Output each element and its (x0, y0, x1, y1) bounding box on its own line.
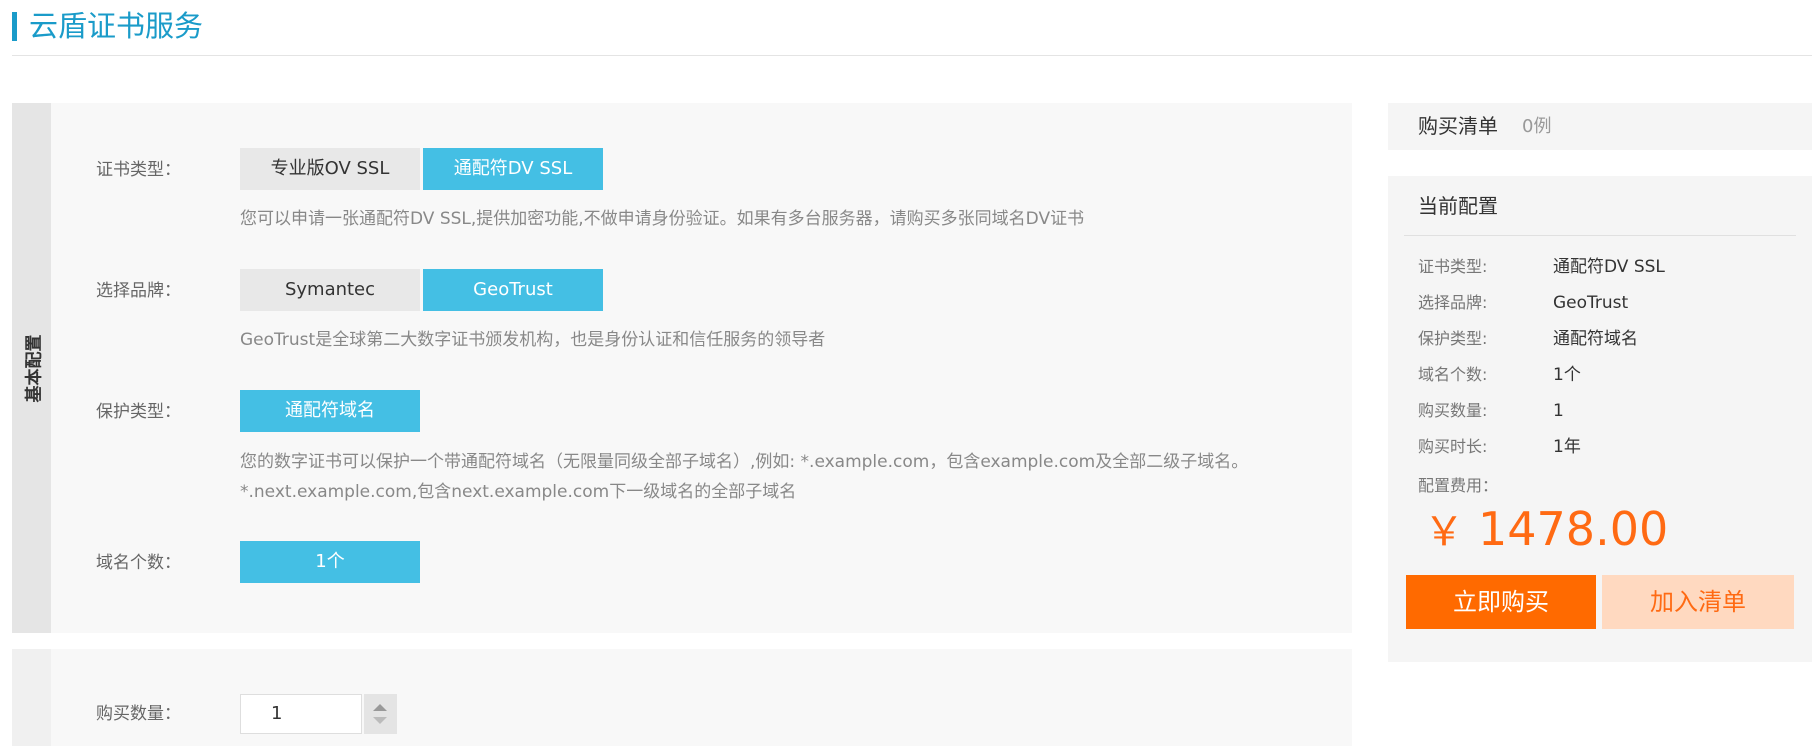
protect-type-label: 保护类型： (96, 402, 181, 422)
cert-type-hint: 您可以申请一张通配符DV SSL,提供加密功能,不做申请身份验证。如果有多台服务… (240, 209, 1085, 229)
summary-value-protect-type: 通配符域名 (1553, 329, 1638, 349)
quantity-label: 购买数量： (96, 704, 181, 724)
summary-label-duration: 购买时长: (1418, 437, 1488, 456)
option-wildcard-domain[interactable]: 通配符域名 (240, 390, 420, 432)
summary-label-protect-type: 保护类型: (1418, 329, 1488, 348)
summary-label-brand: 选择品牌: (1418, 293, 1488, 312)
cart-box: 购买清单 0例 (1388, 103, 1812, 150)
basic-config-label: 基本配置 (24, 334, 44, 402)
summary-title: 当前配置 (1418, 194, 1498, 218)
cert-type-label: 证书类型： (96, 160, 181, 180)
quantity-stepper[interactable] (364, 694, 397, 734)
basic-config-panel: 基本配置 证书类型： 专业版OV SSL 通配符DV SSL 您可以申请一张通配… (12, 103, 1352, 633)
domain-count-label: 域名个数： (96, 553, 181, 573)
page-title: 云盾证书服务 (29, 9, 204, 43)
option-ov-ssl[interactable]: 专业版OV SSL (240, 148, 420, 190)
increment-arrow-icon[interactable] (373, 704, 387, 711)
quantity-input[interactable]: 1 (240, 694, 362, 734)
protect-type-hint-line1: 您的数字证书可以保护一个带通配符域名（无限量同级全部子域名）,例如: *.exa… (240, 452, 1249, 472)
purchase-panel: 购买数量： 1 (12, 649, 1352, 746)
summary-label-domain-count: 域名个数: (1418, 365, 1488, 384)
summary-value-duration: 1年 (1553, 437, 1581, 457)
cart-count: 0例 (1522, 116, 1552, 137)
fee-label: 配置费用： (1418, 476, 1499, 495)
option-geotrust[interactable]: GeoTrust (423, 269, 603, 311)
add-to-cart-button[interactable]: 加入清单 (1602, 575, 1794, 629)
summary-value-quantity: 1 (1553, 401, 1564, 421)
price-display: ￥ 1478.00 (1424, 499, 1668, 557)
summary-value-cert-type: 通配符DV SSL (1553, 257, 1665, 277)
summary-label-quantity: 购买数量: (1418, 401, 1488, 420)
option-symantec[interactable]: Symantec (240, 269, 420, 311)
protect-type-hint-line2: *.next.example.com,包含next.example.com下一级… (240, 482, 797, 502)
decrement-arrow-icon[interactable] (373, 717, 387, 724)
brand-hint: GeoTrust是全球第二大数字证书颁发机构，也是身份认证和信任服务的领导者 (240, 330, 826, 350)
page-header: 云盾证书服务 (12, 0, 1812, 56)
brand-label: 选择品牌： (96, 281, 181, 301)
buy-now-button[interactable]: 立即购买 (1406, 575, 1596, 629)
summary-divider (1404, 235, 1796, 236)
currency-symbol: ￥ (1424, 509, 1464, 555)
cart-title[interactable]: 购买清单 (1418, 112, 1498, 140)
option-dv-ssl-wildcard[interactable]: 通配符DV SSL (423, 148, 603, 190)
summary-value-brand: GeoTrust (1553, 293, 1629, 313)
title-accent-bar (12, 12, 17, 41)
config-summary-box: 当前配置 证书类型: 通配符DV SSL 选择品牌: GeoTrust 保护类型… (1388, 176, 1812, 662)
purchase-side (12, 649, 51, 746)
option-domain-count-1[interactable]: 1个 (240, 541, 420, 583)
basic-config-side: 基本配置 (12, 103, 51, 633)
summary-value-domain-count: 1个 (1553, 365, 1581, 385)
summary-label-cert-type: 证书类型: (1418, 257, 1488, 276)
price-value: 1478.00 (1478, 502, 1669, 556)
